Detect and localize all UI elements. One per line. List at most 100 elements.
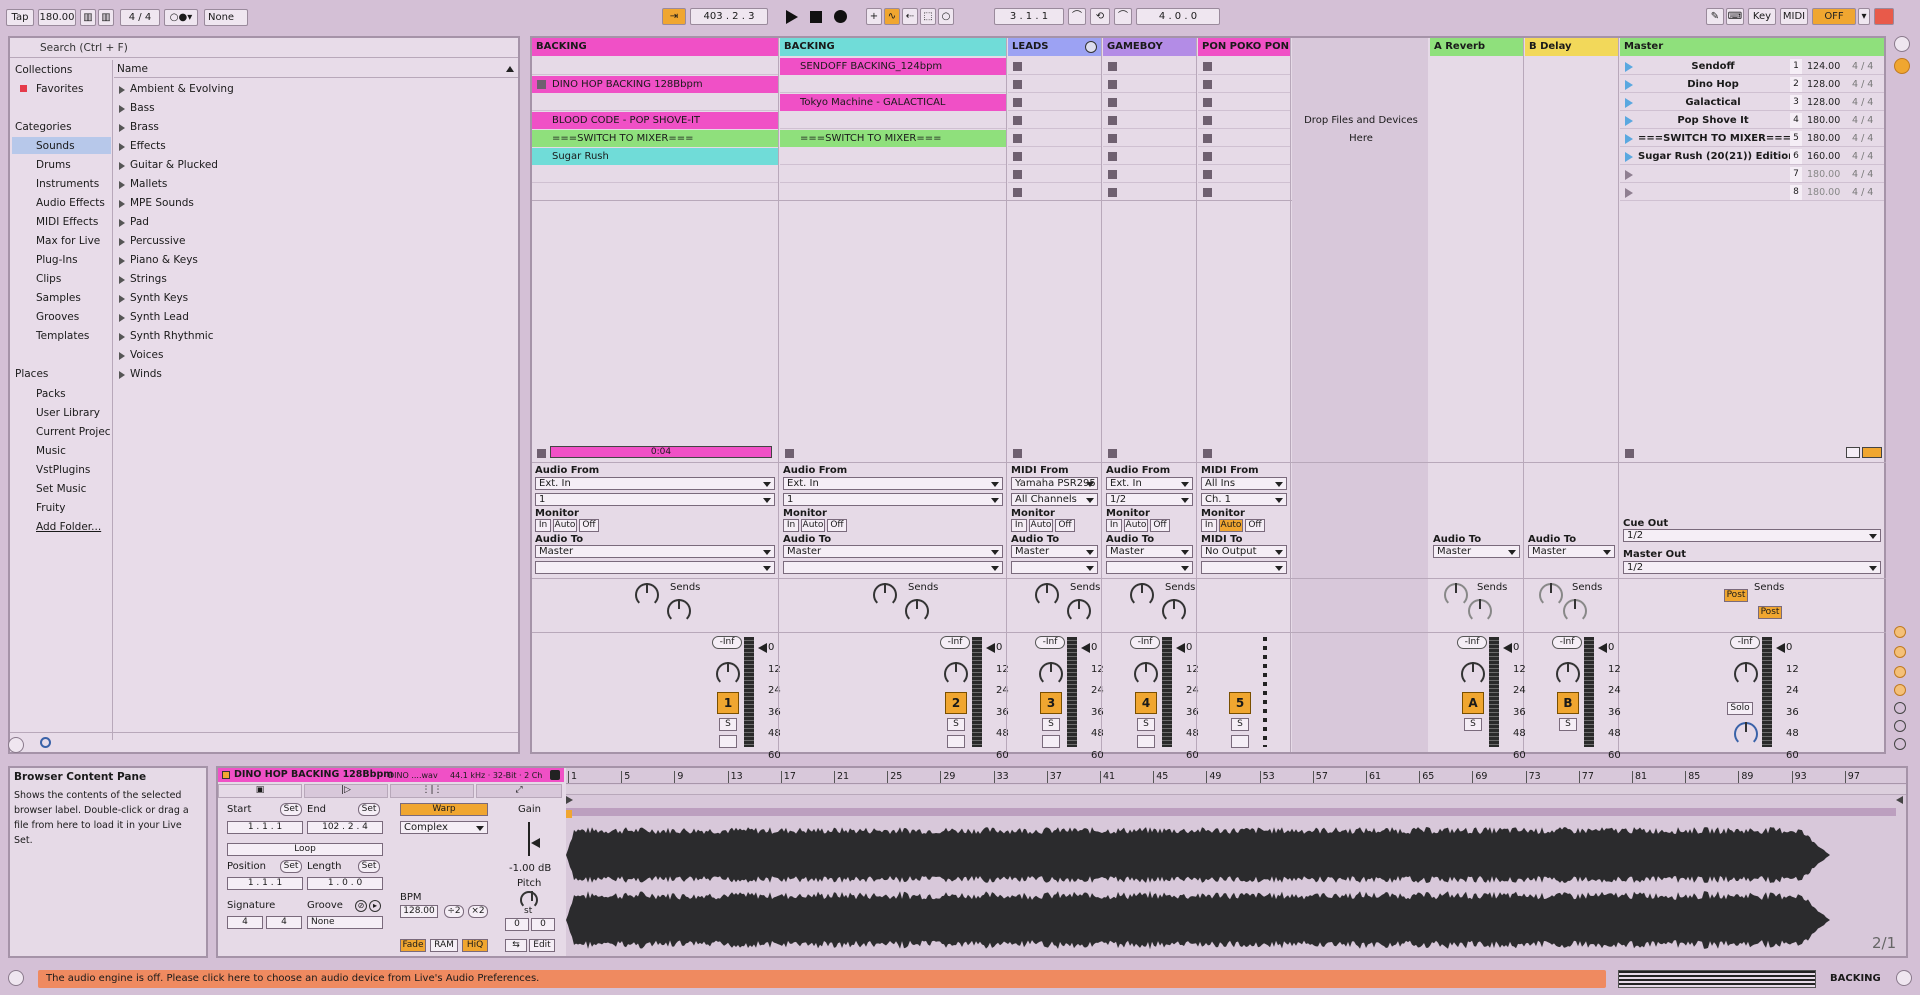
clip[interactable]: SENDOFF BACKING_124bpm	[780, 58, 1006, 75]
output-channel-select[interactable]	[783, 561, 1003, 574]
clip-stop-icon[interactable]	[1013, 152, 1022, 161]
nudge-up-icon[interactable]: ▥	[98, 9, 114, 26]
scene-tempo[interactable]: 180.00	[1807, 133, 1840, 144]
input-type-select[interactable]: Ext. In	[783, 477, 1003, 490]
pan-knob[interactable]	[1134, 662, 1158, 686]
track-activator-button[interactable]: 3	[1040, 692, 1062, 714]
clip-stop-icon[interactable]	[1108, 98, 1117, 107]
pan-knob[interactable]	[1734, 662, 1758, 686]
beat-ruler[interactable]: 1 5 9 13 17 21 25 29 33 37 41 45 49 53 57 61 65 69 73 77 81 8…	[566, 768, 1906, 784]
post-button-b[interactable]: Post	[1758, 606, 1782, 619]
place-item-user-library[interactable]: User Library	[36, 407, 100, 419]
volume-field[interactable]: -Inf	[940, 636, 970, 649]
monitor-auto-button[interactable]: Auto	[1219, 519, 1243, 532]
output-channel-select[interactable]	[1106, 561, 1193, 574]
clip-slot[interactable]	[780, 184, 1006, 201]
clip-stop-icon[interactable]	[1203, 98, 1212, 107]
scene-launch-icon[interactable]	[1625, 170, 1633, 180]
monitor-in-button[interactable]: In	[535, 519, 551, 532]
waveform[interactable]	[566, 822, 1906, 954]
send-b-knob[interactable]	[1067, 599, 1091, 623]
record-icon[interactable]	[834, 10, 847, 23]
volume-field[interactable]: -Inf	[1457, 636, 1487, 649]
scene-slot[interactable]	[1620, 166, 1884, 183]
clip-start-flag-icon[interactable]	[566, 810, 572, 818]
output-channel-select[interactable]	[1201, 561, 1287, 574]
scene-name[interactable]: Dino Hop	[1638, 79, 1788, 90]
track-activator-button[interactable]: 1	[717, 692, 739, 714]
track-stop-icon[interactable]	[1108, 449, 1117, 458]
monitor-in-button[interactable]: In	[783, 519, 799, 532]
scene-signature[interactable]: 4 / 4	[1852, 97, 1873, 108]
clip-slot[interactable]	[532, 58, 778, 75]
scene-launch-icon[interactable]	[1625, 80, 1633, 90]
sidebar-item-midi-effects[interactable]: MIDI Effects	[36, 216, 98, 228]
sidebar-item-templates[interactable]: Templates	[36, 330, 89, 342]
computer-keyboard-icon[interactable]: ⌨	[1726, 8, 1744, 25]
browser-item[interactable]: Piano & Keys	[116, 254, 198, 266]
detune-field[interactable]: 0	[531, 918, 555, 931]
scene-toggle-icon[interactable]	[1894, 720, 1906, 732]
clip[interactable]: ===SWITCH TO MIXER===	[532, 130, 778, 147]
start-marker-icon[interactable]	[566, 796, 573, 804]
loop-button[interactable]: Loop	[227, 843, 383, 856]
pan-knob[interactable]	[1556, 662, 1580, 686]
monitor-off-button[interactable]: Off	[1055, 519, 1075, 532]
pan-knob[interactable]	[1461, 662, 1485, 686]
pan-knob[interactable]	[1039, 662, 1063, 686]
draw-mode-icon[interactable]: ✎	[1706, 8, 1724, 25]
sidebar-item-samples[interactable]: Samples	[36, 292, 81, 304]
input-type-select[interactable]: Ext. In	[535, 477, 775, 490]
scene-tempo[interactable]: 128.00	[1807, 97, 1840, 108]
input-channel-select[interactable]: 1	[783, 493, 1003, 506]
track-activator-button[interactable]: 2	[945, 692, 967, 714]
arm-button[interactable]	[1231, 735, 1249, 748]
place-item-add-folder-[interactable]: Add Folder...	[36, 521, 101, 533]
input-channel-select[interactable]: 1	[535, 493, 775, 506]
scene-launch-icon[interactable]	[1625, 188, 1633, 198]
master-out-select[interactable]: 1/2	[1623, 561, 1881, 574]
return-activator-button[interactable]: A	[1462, 692, 1484, 714]
place-item-music[interactable]: Music	[36, 445, 66, 457]
solo-button[interactable]: S	[1137, 718, 1155, 731]
track-header-4[interactable]: GAMEBOY	[1103, 38, 1196, 56]
pan-knob[interactable]	[716, 662, 740, 686]
hiq-button[interactable]: HiQ	[462, 939, 488, 952]
scene-name[interactable]: Sendoff	[1638, 61, 1788, 72]
scene-launch-icon[interactable]	[1625, 62, 1633, 72]
browser-item[interactable]: Ambient & Evolving	[116, 83, 234, 95]
start-set-button[interactable]: Set	[280, 803, 302, 816]
length-field[interactable]: 1 . 0 . 0	[307, 877, 383, 890]
master-track-header[interactable]: Master	[1620, 38, 1884, 56]
place-item-vstplugins[interactable]: VstPlugins	[36, 464, 90, 476]
track-header-2[interactable]: BACKING	[780, 38, 1006, 56]
volume-fader-icon[interactable]	[1503, 643, 1512, 653]
scene-signature[interactable]: 4 / 4	[1852, 151, 1873, 162]
solo-switch[interactable]: Solo	[1727, 702, 1753, 715]
scene-name[interactable]: ===SWITCH TO MIXER===	[1638, 133, 1791, 144]
clip-tab-sample-icon[interactable]: ⋮|⋮	[390, 784, 474, 798]
follow-icon[interactable]: ⇥	[662, 8, 686, 25]
arm-button[interactable]	[1042, 735, 1060, 748]
groove-select[interactable]: None	[307, 916, 383, 929]
scene-signature[interactable]: 4 / 4	[1852, 187, 1873, 198]
clip-color-swatch[interactable]	[222, 771, 230, 779]
place-item-packs[interactable]: Packs	[36, 388, 66, 400]
clip-stop-icon[interactable]	[1108, 116, 1117, 125]
clip-slot[interactable]	[780, 166, 1006, 183]
scene-signature[interactable]: 4 / 4	[1852, 79, 1873, 90]
browser-item[interactable]: Voices	[116, 349, 163, 361]
length-set-button[interactable]: Set	[358, 860, 380, 873]
end-set-button[interactable]: Set	[358, 803, 380, 816]
volume-fader-icon[interactable]	[986, 643, 995, 653]
volume-fader-icon[interactable]	[1776, 643, 1785, 653]
clip[interactable]: Sugar Rush	[532, 148, 778, 165]
send-a-knob[interactable]	[635, 583, 659, 607]
key-map-button[interactable]: Key	[1748, 8, 1776, 25]
delay-toggle-icon[interactable]	[1894, 666, 1906, 678]
output-select[interactable]: Master	[783, 545, 1003, 558]
clip-stop-icon[interactable]	[1203, 170, 1212, 179]
scene-tempo[interactable]: 124.00	[1807, 61, 1840, 72]
clip-tab-clip-icon[interactable]: ▣	[218, 784, 302, 798]
clip-stop-icon[interactable]	[1013, 98, 1022, 107]
